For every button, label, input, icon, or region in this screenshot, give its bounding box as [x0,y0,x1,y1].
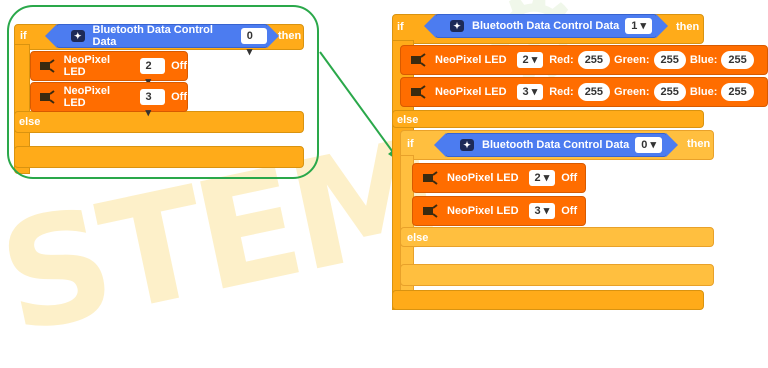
led-index-dropdown[interactable]: 2 ▾ [516,52,544,68]
neopixel-label: NeoPixel LED [447,172,519,184]
right-else-keyword: else [397,114,419,126]
neopixel-icon [409,83,427,101]
red-value-input[interactable]: 255 [577,83,611,101]
green-label: Green: [614,86,650,98]
red-label: Red: [549,86,574,98]
right-neopixel-block-2[interactable]: NeoPixel LED 3 ▾ Red: 255 Green: 255 Blu… [400,77,768,107]
neopixel-icon [409,51,427,69]
right-else-bar[interactable] [392,110,704,128]
neopixel-icon [421,169,439,187]
neopixel-label: NeoPixel LED [435,86,507,98]
right-neopixel-block-1[interactable]: NeoPixel LED 2 ▾ Red: 255 Green: 255 Blu… [400,45,768,75]
red-value-input[interactable]: 255 [577,51,611,69]
green-label: Green: [614,54,650,66]
highlight-box [7,5,319,179]
neopixel-label: NeoPixel LED [435,54,507,66]
right-then-keyword: then [676,21,700,33]
led-state: Off [561,205,578,217]
right-if-keyword: if [397,21,404,33]
bluetooth-icon: ✦ [460,139,474,151]
inner-else-bar[interactable] [400,227,714,247]
led-index-dropdown[interactable]: 3 ▾ [516,84,544,100]
led-index-dropdown[interactable]: 2 ▾ [528,170,556,186]
condition-dropdown[interactable]: 0 ▾ [635,137,662,153]
inner-bluetooth-condition[interactable]: ✦ Bluetooth Data Control Data 0 ▾ [434,133,678,157]
right-if-footer [392,290,704,310]
blue-value-input[interactable]: 255 [721,83,754,101]
green-value-input[interactable]: 255 [653,51,686,69]
condition-label: Bluetooth Data Control Data [472,20,620,32]
inner-if-footer [400,264,714,286]
right-bluetooth-condition[interactable]: ✦ Bluetooth Data Control Data 1 ▾ [424,14,668,38]
inner-neopixel-block-2[interactable]: NeoPixel LED 3 ▾ Off [412,196,586,226]
led-index-dropdown[interactable]: 3 ▾ [528,203,556,219]
led-state: Off [561,172,578,184]
neopixel-icon [421,202,439,220]
red-label: Red: [549,54,574,66]
inner-neopixel-block-1[interactable]: NeoPixel LED 2 ▾ Off [412,163,586,193]
condition-label: Bluetooth Data Control Data [482,139,630,151]
blue-value-input[interactable]: 255 [721,51,754,69]
inner-if-keyword: if [407,138,414,150]
blue-label: Blue: [689,86,718,98]
condition-dropdown[interactable]: 1 ▾ [625,18,652,34]
inner-else-keyword: else [407,232,429,244]
inner-then-keyword: then [687,138,711,150]
bluetooth-icon: ✦ [450,20,464,32]
green-value-input[interactable]: 255 [653,83,686,101]
blue-label: Blue: [689,54,718,66]
neopixel-label: NeoPixel LED [447,205,519,217]
